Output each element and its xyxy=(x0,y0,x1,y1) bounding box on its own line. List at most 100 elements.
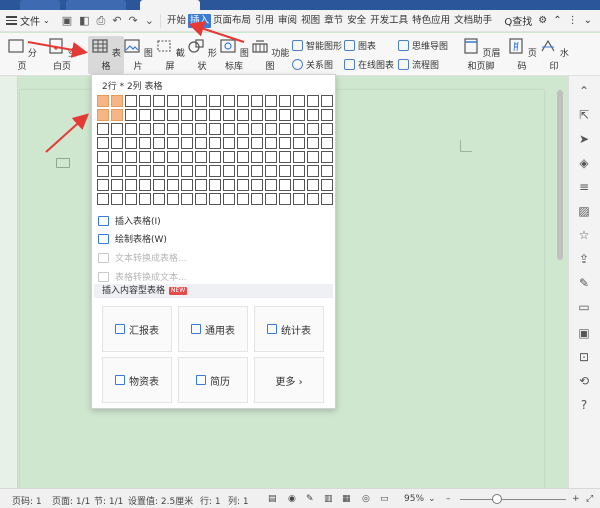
tab-1[interactable]: 插入 xyxy=(188,13,212,28)
grid-cell[interactable] xyxy=(237,165,249,177)
grid-cell[interactable] xyxy=(97,137,109,149)
grid-cell[interactable] xyxy=(181,165,193,177)
grid-cell[interactable] xyxy=(209,179,221,191)
grid-cell[interactable] xyxy=(223,179,235,191)
more-tables-card[interactable]: 更多 › xyxy=(254,357,324,403)
grid-cell[interactable] xyxy=(125,193,137,205)
grid-cell[interactable] xyxy=(251,109,263,121)
flowchart-button[interactable]: 流程图 xyxy=(398,58,439,71)
page-view-icon[interactable]: ▥ xyxy=(324,494,333,504)
tab-2[interactable]: 页面布局 xyxy=(211,10,253,32)
zoom-level[interactable]: 95% xyxy=(404,494,424,504)
scrollbar-thumb[interactable] xyxy=(557,90,563,260)
grid-cell[interactable] xyxy=(167,95,179,107)
grid-cell[interactable] xyxy=(307,193,319,205)
grid-cell[interactable] xyxy=(139,95,151,107)
grid-cell[interactable] xyxy=(125,179,137,191)
tab-3[interactable]: 引用 xyxy=(253,10,276,32)
online-chart-button[interactable]: 在线图表 xyxy=(344,58,394,71)
grid-cell[interactable] xyxy=(111,165,123,177)
blank-page-button[interactable]: 空白页 xyxy=(44,36,80,74)
vertical-scrollbar[interactable] xyxy=(554,80,566,488)
grid-cell[interactable] xyxy=(111,123,123,135)
grid-cell[interactable] xyxy=(139,123,151,135)
chevron-down-icon[interactable]: ⌃ xyxy=(553,15,561,26)
search-button[interactable]: Q查找 xyxy=(504,13,532,28)
grid-cell[interactable] xyxy=(153,109,165,121)
grid-cell[interactable] xyxy=(97,193,109,205)
paste-options-icon[interactable] xyxy=(56,158,70,168)
grid-cell[interactable] xyxy=(125,95,137,107)
grid-cell[interactable] xyxy=(265,179,277,191)
grid-cell[interactable] xyxy=(167,123,179,135)
web-view-icon[interactable]: ◎ xyxy=(362,494,370,504)
grid-cell[interactable] xyxy=(97,123,109,135)
general-table-card[interactable]: 通用表 xyxy=(178,306,248,352)
grid-cell[interactable] xyxy=(223,123,235,135)
grid-cell[interactable] xyxy=(265,95,277,107)
share-icon[interactable]: ⇪ xyxy=(577,252,591,266)
grid-cell[interactable] xyxy=(251,95,263,107)
grid-cell[interactable] xyxy=(181,179,193,191)
grid-cell[interactable] xyxy=(209,165,221,177)
grid-cell[interactable] xyxy=(293,179,305,191)
grid-cell[interactable] xyxy=(181,137,193,149)
file-menu-button[interactable]: 文件 ⌄ xyxy=(0,10,56,32)
select-icon[interactable]: ⇱ xyxy=(577,108,591,122)
grid-cell[interactable] xyxy=(209,193,221,205)
grid-cell[interactable] xyxy=(307,123,319,135)
grid-cell[interactable] xyxy=(125,165,137,177)
grid-cell[interactable] xyxy=(265,193,277,205)
grid-cell[interactable] xyxy=(153,179,165,191)
grid-cell[interactable] xyxy=(237,193,249,205)
grid-cell[interactable] xyxy=(307,151,319,163)
grid-cell[interactable] xyxy=(293,193,305,205)
grid-cell[interactable] xyxy=(111,151,123,163)
tab-5[interactable]: 视图 xyxy=(299,10,322,32)
grid-cell[interactable] xyxy=(97,95,109,107)
grid-cell[interactable] xyxy=(195,95,207,107)
grid-cell[interactable] xyxy=(307,179,319,191)
tab-6[interactable]: 章节 xyxy=(322,10,345,32)
redo-icon[interactable]: ↷ xyxy=(129,14,138,27)
reading-view-icon[interactable]: ▭ xyxy=(380,494,389,504)
grid-cell[interactable] xyxy=(279,95,291,107)
grid-cell[interactable] xyxy=(251,193,263,205)
report-table-card[interactable]: 汇报表 xyxy=(102,306,172,352)
grid-cell[interactable] xyxy=(279,137,291,149)
grid-cell[interactable] xyxy=(181,193,193,205)
grid-cell[interactable] xyxy=(167,179,179,191)
grid-cell[interactable] xyxy=(321,179,333,191)
grid-cell[interactable] xyxy=(209,151,221,163)
fit-icon[interactable]: ⤢ xyxy=(586,494,593,504)
grid-cell[interactable] xyxy=(279,123,291,135)
grid-cell[interactable] xyxy=(321,95,333,107)
grid-cell[interactable] xyxy=(181,95,193,107)
status-section[interactable]: 节: 1/1 xyxy=(94,494,123,507)
grid-cell[interactable] xyxy=(153,137,165,149)
mind-map-button[interactable]: 思维导图 xyxy=(398,39,448,52)
grid-cell[interactable] xyxy=(209,123,221,135)
grid-cell[interactable] xyxy=(237,109,249,121)
insert-table-item[interactable]: 插入表格(I) xyxy=(98,214,161,227)
settings-icon[interactable]: ⚙ xyxy=(538,15,547,26)
grid-cell[interactable] xyxy=(139,193,151,205)
grid-cell[interactable] xyxy=(265,151,277,163)
zoom-slider-track[interactable] xyxy=(460,499,566,500)
undo-icon[interactable]: ↶ xyxy=(112,14,121,27)
grid-cell[interactable] xyxy=(307,109,319,121)
grid-cell[interactable] xyxy=(321,193,333,205)
star-icon[interactable]: ☆ xyxy=(577,228,591,242)
grid-cell[interactable] xyxy=(293,151,305,163)
pdf-icon[interactable]: ◧ xyxy=(79,14,89,27)
grid-cell[interactable] xyxy=(321,137,333,149)
grid-cell[interactable] xyxy=(251,123,263,135)
grid-cell[interactable] xyxy=(209,137,221,149)
status-setting-value[interactable]: 设置值: 2.5厘米 xyxy=(128,494,193,507)
grid-cell[interactable] xyxy=(167,109,179,121)
grid-cell[interactable] xyxy=(293,165,305,177)
grid-cell[interactable] xyxy=(237,95,249,107)
grid-cell[interactable] xyxy=(237,137,249,149)
grid-cell[interactable] xyxy=(195,179,207,191)
grid-cell[interactable] xyxy=(251,179,263,191)
